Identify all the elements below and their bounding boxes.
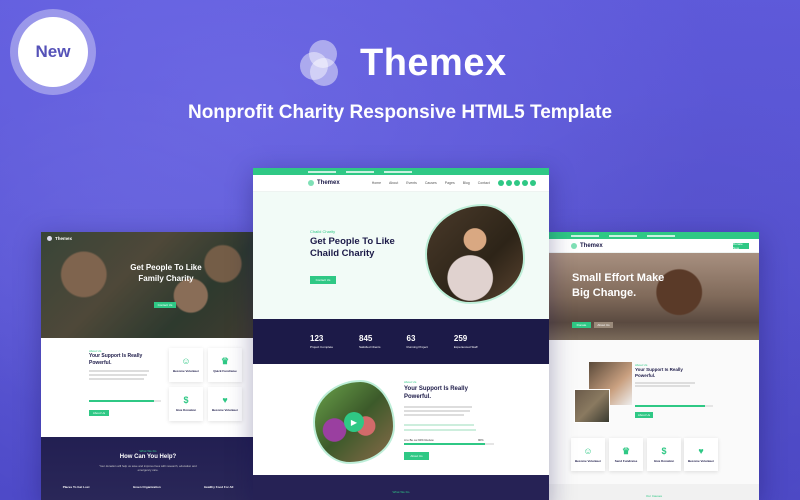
stats-bar: 123 Project Complete 845 Satisfied Clients… — [253, 319, 549, 364]
left-help-title: How Can You Help? — [119, 454, 177, 460]
social-icon — [513, 180, 520, 186]
nav-events[interactable]: Events — [406, 181, 417, 185]
social-icon — [505, 180, 512, 186]
center-hero: Chaild Charity Get People To Like Chaild… — [253, 192, 549, 319]
right-card[interactable]: ♛ Send Fundraise — [609, 438, 643, 471]
help-item[interactable]: Places To Get Lost — [63, 485, 90, 489]
stat: 845 Satisfied Clients — [359, 334, 381, 349]
right-hero: Small Effort Make Big Change. Donate Abou… — [549, 253, 759, 340]
center-logo: Themex — [308, 180, 340, 186]
left-about-title: Your Support Is Really Powerful. — [89, 353, 143, 366]
subtitle: Nonprofit Charity Responsive HTML5 Templ… — [187, 102, 613, 123]
mockup-left: Themex Get People To Like Family Charity… — [41, 232, 255, 500]
center-about-title: Your Support Is Really Powerful. — [404, 386, 468, 400]
right-card[interactable]: ♥ Become Volunteer — [684, 438, 718, 471]
center-progress-bar — [404, 443, 494, 445]
mockup-center: Themex Home About Events Causes Pages Bl… — [253, 168, 549, 500]
social-icon — [529, 180, 536, 186]
stat: 123 Project Complete — [310, 334, 334, 349]
nav-blog[interactable]: Blog — [463, 181, 470, 185]
nav-contact[interactable]: Contact — [478, 181, 490, 185]
center-hero-title: Get People To Like Chaild Charity — [310, 236, 395, 259]
left-card[interactable]: ♛ Quick Fundraise — [208, 348, 242, 382]
center-about: ▶ About Us Your Support Is Really Powerf… — [253, 364, 549, 482]
right-logo: Themex — [571, 242, 603, 249]
brand-name: Themex — [360, 41, 507, 84]
right-progress-bar — [635, 405, 713, 407]
about-video: ▶ — [313, 380, 395, 464]
left-card[interactable]: $ Give Donation — [169, 387, 203, 421]
help-item[interactable]: Green Organization — [133, 485, 161, 489]
right-hero-title-1: Small Effort Make — [572, 272, 665, 284]
volunteer-icon: ☺ — [583, 445, 593, 456]
left-card[interactable]: ♥ Become Volunteer — [208, 387, 242, 421]
dollar-icon: $ — [661, 445, 667, 456]
help-item[interactable]: Healthy Food For All — [204, 485, 233, 489]
nav-about[interactable]: About — [389, 181, 398, 185]
right-about-title: Your Support Is Really Powerful. — [635, 367, 683, 378]
left-hero-title: Get People To Like Family Charity — [130, 263, 202, 283]
new-badge: New — [10, 9, 96, 95]
right-donate-btn[interactable]: Donate — [572, 322, 591, 328]
volunteer-icon: ☺ — [181, 356, 191, 366]
about-photo-2 — [574, 389, 610, 423]
donate-button[interactable]: Donate Now — [733, 242, 749, 250]
hand-icon: ♥ — [698, 445, 704, 456]
left-logo: Themex — [47, 236, 72, 241]
right-about-button[interactable]: About Us — [635, 412, 653, 418]
play-icon[interactable]: ▶ — [344, 412, 364, 432]
new-badge-label: New — [18, 17, 88, 87]
social-icon — [521, 180, 528, 186]
left-hero-button[interactable]: Contact Us — [154, 302, 176, 308]
social-icon — [497, 180, 504, 186]
left-progress-bar — [89, 400, 161, 402]
stat: 63 Running Project — [406, 334, 428, 349]
left-card[interactable]: ☺ Become Volunteer — [169, 348, 203, 382]
mockup-right: Themex Donate Now Small Effort Make Big C… — [549, 232, 759, 500]
right-hero-title-2: Big Change. — [572, 287, 637, 299]
nav-pages[interactable]: Pages — [445, 181, 455, 185]
hero-photo — [425, 204, 525, 304]
nav-causes[interactable]: Causes — [425, 181, 437, 185]
left-help-section: What We Do How Can You Help? Your donati… — [41, 437, 255, 500]
left-about-button[interactable]: About Us — [89, 410, 109, 416]
logo-icon — [300, 40, 346, 86]
fundraise-icon: ♛ — [621, 445, 631, 456]
contact-us-button[interactable]: Contact Us — [310, 276, 336, 284]
hand-icon: ♥ — [222, 395, 228, 405]
brand: Themex — [300, 40, 507, 86]
right-card[interactable]: $ Give Donation — [647, 438, 681, 471]
fundraise-icon: ♛ — [220, 356, 230, 366]
stat: 259 Experienced Staff — [453, 334, 478, 349]
left-hero: Themex Get People To Like Family Charity… — [41, 232, 255, 338]
right-about-btn[interactable]: About Us — [594, 322, 613, 328]
right-card[interactable]: ☺ Become Volunteer — [571, 438, 605, 471]
dollar-icon: $ — [183, 395, 189, 405]
about-us-button[interactable]: About Us — [404, 452, 429, 460]
nav-home[interactable]: Home — [372, 181, 381, 185]
center-services-section: What We Do — [253, 475, 549, 500]
